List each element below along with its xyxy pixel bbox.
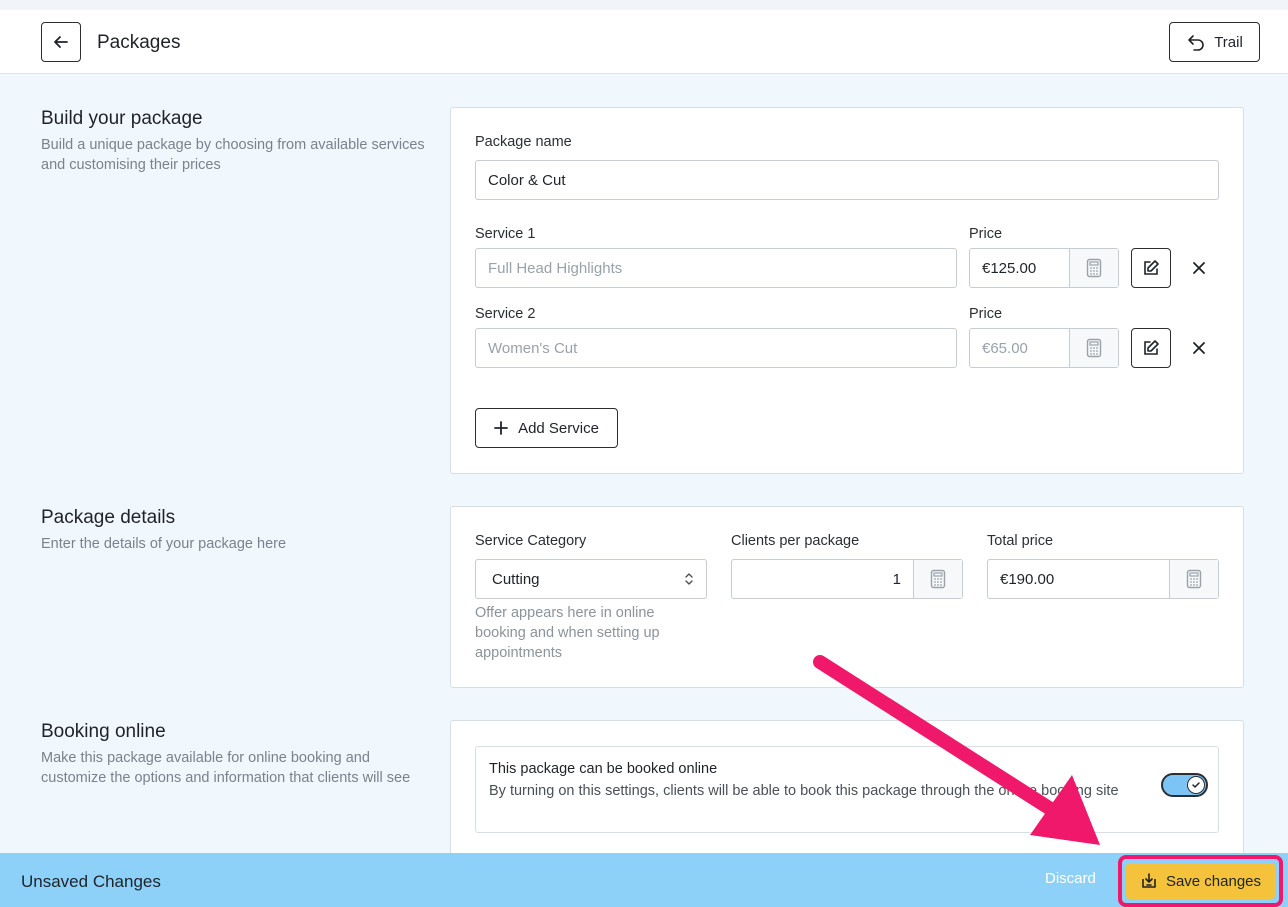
calculator-icon xyxy=(930,569,946,589)
back-arrow-icon xyxy=(54,36,68,48)
toggle-knob xyxy=(1187,776,1205,794)
chevron-updown-icon xyxy=(685,573,693,585)
total-price-value: €190.00 xyxy=(1000,570,1055,588)
top-strip xyxy=(0,0,1288,10)
service-2-price-field[interactable]: €65.00 xyxy=(969,328,1119,368)
page-title: Packages xyxy=(97,32,181,53)
add-service-label: Add Service xyxy=(518,419,599,437)
calculator-icon xyxy=(1086,338,1102,358)
online-booking-title: This package can be booked online xyxy=(489,761,718,777)
calculator-button[interactable] xyxy=(1069,329,1118,367)
online-booking-toggle[interactable] xyxy=(1161,773,1208,797)
service-1-price-value: €125.00 xyxy=(982,259,1037,277)
trail-label: Trail xyxy=(1214,33,1243,51)
build-section-description: Build a unique package by choosing from … xyxy=(41,137,425,173)
service-2-remove-button[interactable] xyxy=(1187,336,1211,360)
package-name-input[interactable]: Color & Cut xyxy=(475,160,1219,200)
details-section-title: Package details xyxy=(41,507,176,528)
service-category-value: Cutting xyxy=(492,570,540,588)
unsaved-changes-label: Unsaved Changes xyxy=(21,872,161,891)
service-1-price-field[interactable]: €125.00 xyxy=(969,248,1119,288)
calculator-button[interactable] xyxy=(913,560,962,598)
service-2-edit-button[interactable] xyxy=(1131,328,1171,368)
save-icon xyxy=(1142,873,1156,888)
close-icon xyxy=(1193,342,1205,354)
service-category-select[interactable]: Cutting xyxy=(475,559,707,599)
service-1-label: Service 1 xyxy=(475,226,536,242)
service-2-price-label: Price xyxy=(969,306,1003,322)
trail-button[interactable]: Trail xyxy=(1169,22,1260,62)
calculator-icon xyxy=(1186,569,1202,589)
unsaved-changes-bar: Unsaved Changes Discard Save changes xyxy=(0,853,1288,907)
online-section-description: Make this package available for online b… xyxy=(41,750,411,786)
service-1-edit-button[interactable] xyxy=(1131,248,1171,288)
plus-icon xyxy=(494,421,508,435)
online-booking-option: This package can be booked online By tur… xyxy=(475,746,1219,833)
details-section-description: Enter the details of your package here xyxy=(41,536,287,552)
service-2-input[interactable]: Women's Cut xyxy=(475,328,957,368)
undo-icon xyxy=(1188,35,1204,51)
check-icon xyxy=(1192,782,1200,788)
service-1-price-label: Price xyxy=(969,226,1003,242)
save-changes-label: Save changes xyxy=(1165,872,1262,890)
package-name-label: Package name xyxy=(475,134,572,150)
save-changes-button[interactable]: Save changes xyxy=(1126,863,1275,899)
clients-per-package-value: 1 xyxy=(892,570,901,588)
add-service-button[interactable]: Add Service xyxy=(475,408,618,448)
build-section-title: Build your package xyxy=(41,108,203,129)
online-booking-description: By turning on this settings, clients wil… xyxy=(489,783,1119,799)
online-section-title: Booking online xyxy=(41,721,166,742)
header: Packages Trail xyxy=(0,10,1288,74)
calculator-button[interactable] xyxy=(1169,560,1218,598)
service-1-input[interactable]: Full Head Highlights xyxy=(475,248,957,288)
clients-per-package-label: Clients per package xyxy=(731,533,860,549)
total-price-label: Total price xyxy=(987,533,1054,549)
calculator-icon xyxy=(1086,258,1102,278)
service-2-label: Service 2 xyxy=(475,306,536,322)
discard-button[interactable]: Discard xyxy=(1045,870,1096,887)
close-icon xyxy=(1193,262,1205,274)
service-1-remove-button[interactable] xyxy=(1187,256,1211,280)
edit-icon xyxy=(1144,340,1159,355)
total-price-field[interactable]: €190.00 xyxy=(987,559,1219,599)
clients-per-package-field[interactable]: 1 xyxy=(731,559,963,599)
service-2-price-value: €65.00 xyxy=(982,339,1028,357)
back-button[interactable] xyxy=(41,22,81,62)
service-category-hint: Offer appears here in online booking and… xyxy=(475,605,660,661)
calculator-button[interactable] xyxy=(1069,249,1118,287)
edit-icon xyxy=(1144,260,1159,275)
service-category-label: Service Category xyxy=(475,533,587,549)
